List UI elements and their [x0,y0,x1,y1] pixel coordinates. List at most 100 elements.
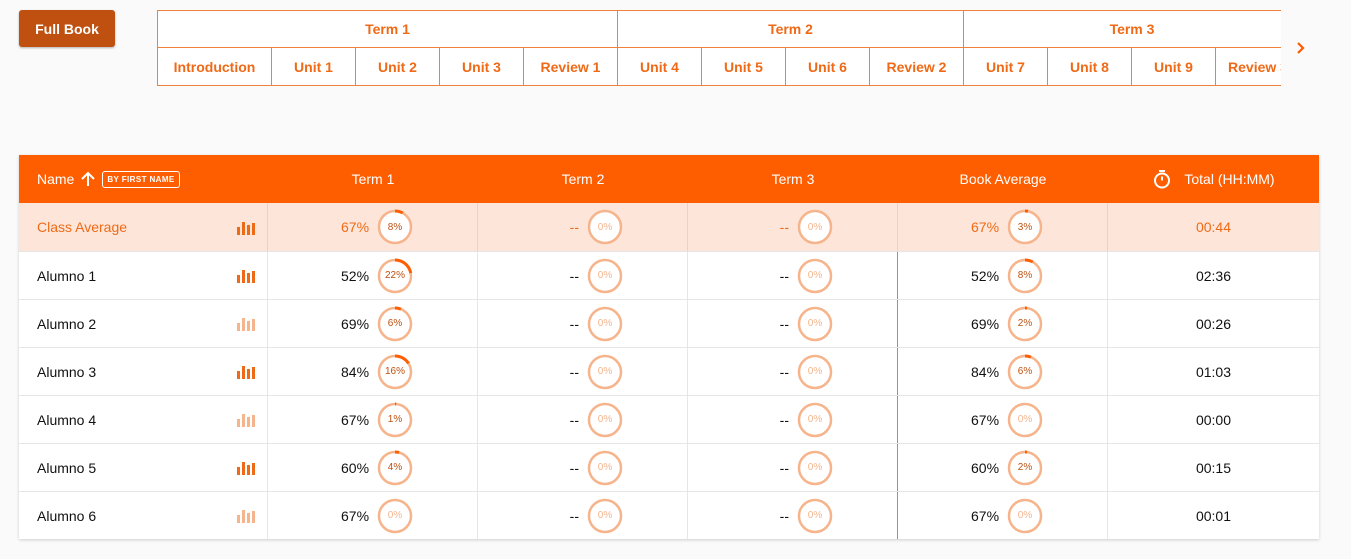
term2-score-cell[interactable]: -- 0% [478,492,688,539]
book-progress-ring: 0% [1007,498,1043,534]
unit-tab-unit-8[interactable]: Unit 8 [1048,48,1132,85]
unit-tab-unit-1[interactable]: Unit 1 [272,48,356,85]
sort-ascending-icon[interactable] [80,170,96,191]
term3-score-cell[interactable]: -- 0% [688,492,898,539]
term2-score-cell[interactable]: -- 0% [478,396,688,443]
student-name-cell[interactable]: Alumno 3 [19,348,268,395]
term3-progress-ring: 0% [797,306,833,342]
term3-score-cell[interactable]: -- 0% [688,203,898,251]
term1-progress-label: 8% [387,221,403,233]
bar-chart-icon[interactable] [237,220,255,235]
term1-progress-label: 4% [387,462,403,473]
term3-progress-ring: 0% [797,498,833,534]
term2-score: -- [569,267,579,284]
unit-tab-review-2[interactable]: Review 2 [870,48,963,85]
book-score-cell[interactable]: 67% 0% [898,492,1108,539]
unit-tab-unit-6[interactable]: Unit 6 [786,48,870,85]
student-name-cell[interactable]: Class Average [19,203,268,251]
term2-score-cell[interactable]: -- 0% [478,444,688,491]
header-total[interactable]: Total (HH:MM) [1108,155,1319,203]
student-name-cell[interactable]: Alumno 1 [19,252,268,299]
term3-score-cell[interactable]: -- 0% [688,348,898,395]
term-tab-1[interactable]: Term 1 [158,11,617,48]
term1-score-cell[interactable]: 67% 1% [268,396,478,443]
student-name[interactable]: Alumno 2 [37,316,96,332]
term-group-1: Term 1 Introduction Unit 1 Unit 2 Unit 3 Revi… [157,10,617,86]
term1-progress-label: 22% [384,270,405,281]
term2-progress-label: 0% [597,318,613,329]
book-score-cell[interactable]: 67% 0% [898,396,1108,443]
unit-tab-introduction[interactable]: Introduction [158,48,272,85]
term2-score-cell[interactable]: -- 0% [478,348,688,395]
unit-tab-unit-3[interactable]: Unit 3 [440,48,524,85]
unit-tab-review-3[interactable]: Review 3 [1216,48,1281,85]
student-name[interactable]: Alumno 6 [37,508,96,524]
chevron-right-icon[interactable] [1290,38,1310,58]
term1-score-cell[interactable]: 52% 22% [268,252,478,299]
header-term2[interactable]: Term 2 [478,155,688,203]
table-row: Alumno 1 52% 22% -- 0% -- 0% 52% 8% 02:36 [19,251,1319,299]
header-book-average[interactable]: Book Average [898,155,1108,203]
term1-score-cell[interactable]: 69% 6% [268,300,478,347]
header-term1[interactable]: Term 1 [268,155,478,203]
term-group-2: Term 2 Unit 4 Unit 5 Unit 6 Review 2 [617,10,963,86]
unit-tab-unit-9[interactable]: Unit 9 [1132,48,1216,85]
book-progress-label: 2% [1017,462,1033,473]
term3-score-cell[interactable]: -- 0% [688,300,898,347]
student-name[interactable]: Alumno 3 [37,364,96,380]
unit-tab-review-1[interactable]: Review 1 [524,48,617,85]
bar-chart-icon-bar [252,319,255,331]
full-book-button[interactable]: Full Book [19,10,115,47]
book-score-cell[interactable]: 69% 2% [898,300,1108,347]
term-tab-2[interactable]: Term 2 [618,11,963,48]
bar-chart-icon[interactable] [237,460,255,475]
term2-progress-ring: 0% [587,209,623,245]
book-score-cell[interactable]: 84% 6% [898,348,1108,395]
student-name-cell[interactable]: Alumno 5 [19,444,268,491]
term3-score-cell[interactable]: -- 0% [688,396,898,443]
book-score-cell[interactable]: 67% 3% [898,203,1108,251]
term3-score-cell[interactable]: -- 0% [688,252,898,299]
term1-score-cell[interactable]: 67% 0% [268,492,478,539]
term1-progress-label: 0% [387,510,403,521]
student-name[interactable]: Alumno 4 [37,412,96,428]
term-tab-3[interactable]: Term 3 [964,11,1281,48]
term2-progress-ring: 0% [587,354,623,390]
bar-chart-icon[interactable] [237,508,255,523]
bar-chart-icon-bar [252,271,255,283]
bar-chart-icon[interactable] [237,268,255,283]
student-name[interactable]: Class Average [37,219,127,235]
term3-score-cell[interactable]: -- 0% [688,444,898,491]
term1-score-cell[interactable]: 84% 16% [268,348,478,395]
bar-chart-icon-bar [242,270,245,283]
bar-chart-icon[interactable] [237,412,255,427]
book-score-cell[interactable]: 60% 2% [898,444,1108,491]
table-row: Alumno 5 60% 4% -- 0% -- 0% 60% 2% 00:15 [19,443,1319,491]
unit-tab-unit-4[interactable]: Unit 4 [618,48,702,85]
unit-tab-unit-5[interactable]: Unit 5 [702,48,786,85]
book-progress-label: 0% [1017,510,1033,521]
student-name[interactable]: Alumno 5 [37,460,96,476]
term2-score-cell[interactable]: -- 0% [478,203,688,251]
term2-score-cell[interactable]: -- 0% [478,300,688,347]
term3-progress-ring: 0% [797,450,833,486]
header-name[interactable]: Name BY FIRST NAME [19,155,268,203]
unit-tab-unit-2[interactable]: Unit 2 [356,48,440,85]
term1-score-cell[interactable]: 60% 4% [268,444,478,491]
student-name[interactable]: Alumno 1 [37,268,96,284]
bar-chart-icon-bar [247,224,250,235]
bar-chart-icon[interactable] [237,316,255,331]
sort-by-first-name-badge[interactable]: BY FIRST NAME [102,170,180,188]
student-name-cell[interactable]: Alumno 6 [19,492,268,539]
term3-progress-label: 0% [807,366,823,377]
book-score-cell[interactable]: 52% 8% [898,252,1108,299]
term1-score-cell[interactable]: 67% 8% [268,203,478,251]
bar-chart-icon[interactable] [237,364,255,379]
unit-tab-unit-7[interactable]: Unit 7 [964,48,1048,85]
student-name-cell[interactable]: Alumno 4 [19,396,268,443]
term2-score-cell[interactable]: -- 0% [478,252,688,299]
book-score: 84% [971,363,1000,380]
student-name-cell[interactable]: Alumno 2 [19,300,268,347]
bar-chart-icon-bar [252,511,255,523]
header-term3[interactable]: Term 3 [688,155,898,203]
